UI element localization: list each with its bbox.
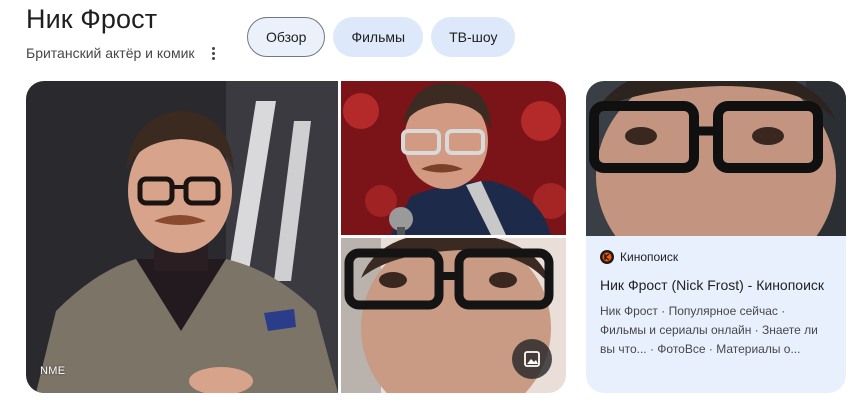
photo-top-right-image — [341, 81, 566, 235]
tab-films[interactable]: Фильмы — [333, 17, 424, 57]
card-source: Кинопоиск — [600, 250, 832, 264]
entity-subtitle: Британский актёр и комик — [26, 45, 195, 61]
card-title[interactable]: Ник Фрост (Nick Frost) - Кинопоиск — [600, 276, 832, 294]
photo-top-right[interactable] — [341, 81, 566, 235]
kinopoisk-result-card[interactable]: Кинопоиск Ник Фрост (Nick Frost) - Киноп… — [586, 81, 846, 393]
card-source-name: Кинопоиск — [620, 250, 679, 264]
card-photo — [586, 81, 846, 236]
entity-tabs: Обзор Фильмы ТВ-шоу — [247, 17, 516, 57]
card-snippet: Ник Фрост · Популярное сейчас · Фильмы и… — [600, 304, 818, 356]
tab-tv-shows[interactable]: ТВ-шоу — [431, 17, 516, 57]
photo-bottom-right[interactable] — [341, 238, 566, 393]
more-vert-icon[interactable] — [207, 43, 221, 63]
tab-overview[interactable]: Обзор — [247, 17, 326, 57]
entity-subtitle-row: Британский актёр и комик — [26, 43, 221, 63]
image-source-label: NME — [40, 365, 66, 377]
main-photo-image — [26, 81, 338, 393]
kinopoisk-favicon — [600, 250, 614, 264]
image-grid: NME — [26, 81, 566, 393]
card-body: Кинопоиск Ник Фрост (Nick Frost) - Киноп… — [586, 236, 846, 359]
image-gallery-button[interactable] — [512, 339, 552, 379]
image-gallery-icon — [524, 351, 540, 367]
entity-title: Ник Фрост — [26, 4, 158, 34]
card-photo-image — [586, 81, 846, 236]
main-photo[interactable]: NME — [26, 81, 338, 393]
